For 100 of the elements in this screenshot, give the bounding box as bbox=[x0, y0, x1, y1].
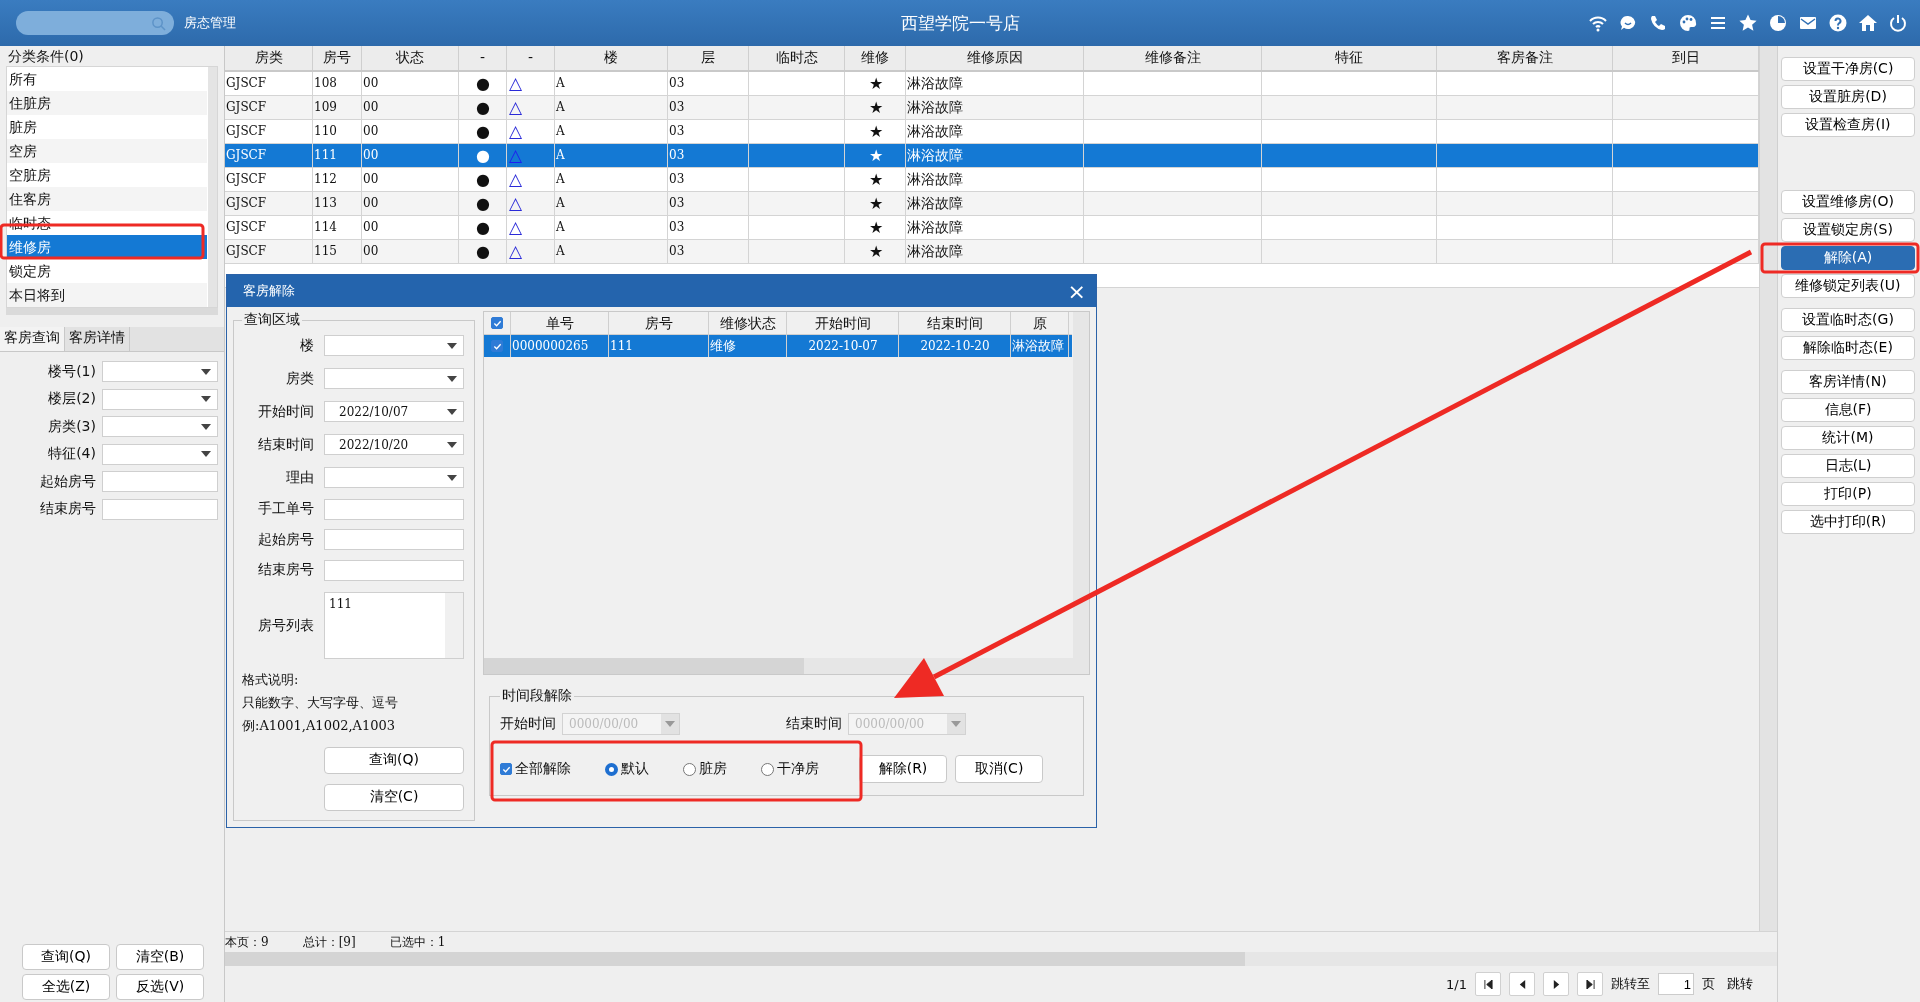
table-row[interactable]: GJSCF 109 00 ● △ A 03 ★ 淋浴故障 bbox=[225, 96, 1759, 120]
tab[interactable]: 客房查询 bbox=[0, 327, 65, 351]
table-row[interactable]: GJSCF 114 00 ● △ A 03 ★ 淋浴故障 bbox=[225, 216, 1759, 240]
phone-icon[interactable] bbox=[1648, 13, 1668, 33]
grid-row[interactable]: 0000000265 111 维修 2022-10-07 2022-10-20 淋浴故障 bbox=[484, 335, 1072, 357]
previous-page-button[interactable] bbox=[1509, 972, 1535, 996]
action-button[interactable]: 解除临时态(E) bbox=[1781, 336, 1915, 360]
scrollbar[interactable] bbox=[1073, 312, 1089, 658]
action-button[interactable]: 客房详情(N) bbox=[1781, 370, 1915, 394]
column-header[interactable]: 层 bbox=[668, 46, 749, 70]
action-button[interactable]: 信息(F) bbox=[1781, 398, 1915, 422]
dialog-button[interactable]: 查询(Q) bbox=[324, 746, 464, 774]
action-button[interactable]: 设置检查房(I) bbox=[1781, 113, 1915, 137]
column-header[interactable]: - bbox=[507, 46, 555, 70]
column-header[interactable]: - bbox=[459, 46, 507, 70]
last-page-button[interactable] bbox=[1577, 972, 1603, 996]
column-header[interactable]: 状态 bbox=[362, 46, 459, 70]
input-field[interactable] bbox=[102, 471, 218, 493]
query-button[interactable]: 全选(Z) bbox=[22, 974, 110, 1000]
column-header[interactable]: 特征 bbox=[1262, 46, 1437, 70]
triangle-symbol: △ bbox=[509, 97, 523, 117]
column-header[interactable]: 房号 bbox=[313, 46, 362, 70]
column-header[interactable]: 楼 bbox=[555, 46, 668, 70]
dropdown-field[interactable] bbox=[102, 443, 218, 465]
query-button[interactable]: 查询(Q) bbox=[22, 944, 110, 970]
action-button[interactable]: 日志(L) bbox=[1781, 454, 1915, 478]
action-button[interactable]: 设置临时态(G) bbox=[1781, 308, 1915, 332]
column-header[interactable]: 维修原因 bbox=[906, 46, 1084, 70]
action-button[interactable]: 设置维修房(O) bbox=[1781, 190, 1915, 214]
category-item[interactable]: 维修房 bbox=[7, 235, 207, 259]
half-circle-icon[interactable] bbox=[1768, 13, 1788, 33]
dropdown-field[interactable] bbox=[102, 388, 218, 410]
help-icon[interactable] bbox=[1828, 13, 1848, 33]
table-row[interactable]: GJSCF 110 00 ● △ A 03 ★ 淋浴故障 bbox=[225, 120, 1759, 144]
column-header[interactable]: 维修 bbox=[845, 46, 906, 70]
action-button[interactable]: 设置脏房(D) bbox=[1781, 85, 1915, 109]
dropdown-field[interactable] bbox=[324, 467, 464, 488]
chat-icon[interactable] bbox=[1618, 13, 1638, 33]
scrollbar[interactable] bbox=[1759, 46, 1777, 931]
dropdown-field[interactable] bbox=[102, 416, 218, 438]
category-item[interactable]: 脏房 bbox=[7, 115, 207, 139]
tab[interactable]: 客房详情 bbox=[65, 327, 130, 351]
star-icon[interactable] bbox=[1738, 13, 1758, 33]
column-header[interactable]: 房类 bbox=[225, 46, 313, 70]
dialog-button[interactable]: 清空(C) bbox=[324, 783, 464, 811]
dropdown-field[interactable] bbox=[324, 335, 464, 356]
power-icon[interactable] bbox=[1888, 13, 1908, 33]
column-header[interactable]: 原 bbox=[1011, 312, 1069, 334]
column-header[interactable]: 临时态 bbox=[749, 46, 845, 70]
checkbox[interactable] bbox=[491, 340, 503, 352]
input-field[interactable] bbox=[324, 529, 464, 551]
dropdown-field[interactable]: 2022/10/20 bbox=[324, 434, 464, 455]
action-button[interactable]: 解除(A) bbox=[1781, 246, 1915, 270]
category-item[interactable]: 锁定房 bbox=[7, 259, 207, 283]
column-header[interactable]: 单号 bbox=[511, 312, 609, 334]
home-icon[interactable] bbox=[1858, 13, 1878, 33]
action-button[interactable]: 选中打印(R) bbox=[1781, 510, 1915, 534]
column-header[interactable]: 维修备注 bbox=[1084, 46, 1262, 70]
table-row[interactable]: GJSCF 108 00 ● △ A 03 ★ 淋浴故障 bbox=[225, 72, 1759, 96]
checkbox[interactable] bbox=[491, 317, 503, 329]
scrollbar[interactable] bbox=[225, 952, 1777, 966]
dropdown-field[interactable] bbox=[324, 368, 464, 389]
palette-icon[interactable] bbox=[1678, 13, 1698, 33]
scrollbar[interactable] bbox=[6, 308, 218, 315]
dropdown-field[interactable]: 2022/10/07 bbox=[324, 401, 464, 422]
action-button[interactable]: 维修锁定列表(U) bbox=[1781, 274, 1915, 298]
action-button[interactable]: 设置锁定房(S) bbox=[1781, 218, 1915, 242]
room-list-field[interactable]: 111 bbox=[324, 592, 464, 659]
dropdown-field[interactable] bbox=[102, 361, 218, 383]
goto-button[interactable]: 跳转 bbox=[1723, 973, 1757, 995]
query-button[interactable]: 清空(B) bbox=[116, 944, 204, 970]
search-field[interactable] bbox=[16, 11, 174, 35]
input-field[interactable] bbox=[102, 498, 218, 520]
action-button[interactable]: 设置干净房(C) bbox=[1781, 57, 1915, 81]
input-field[interactable] bbox=[324, 498, 464, 520]
table-row[interactable]: GJSCF 112 00 ● △ A 03 ★ 淋浴故障 bbox=[225, 168, 1759, 192]
table-row[interactable]: GJSCF 111 00 ● △ A 03 ★ 淋浴故障 bbox=[225, 144, 1759, 168]
category-item[interactable]: 所有 bbox=[7, 67, 207, 91]
next-page-button[interactable] bbox=[1543, 972, 1569, 996]
first-page-button[interactable] bbox=[1475, 972, 1501, 996]
column-header[interactable]: 房号 bbox=[609, 312, 709, 334]
scrollbar[interactable] bbox=[484, 658, 1089, 674]
category-item[interactable]: 空房 bbox=[7, 139, 207, 163]
close-button[interactable]: × bbox=[1057, 278, 1096, 304]
column-header[interactable]: 开始时间 bbox=[787, 312, 899, 334]
category-item[interactable]: 本日将到 bbox=[7, 283, 207, 307]
table-row[interactable]: GJSCF 115 00 ● △ A 03 ★ 淋浴故障 bbox=[225, 240, 1759, 264]
category-item[interactable]: 住脏房 bbox=[7, 91, 207, 115]
input-field[interactable] bbox=[324, 559, 464, 581]
action-button[interactable]: 打印(P) bbox=[1781, 482, 1915, 506]
column-header[interactable]: 客房备注 bbox=[1437, 46, 1613, 70]
column-header[interactable]: 维修状态 bbox=[709, 312, 787, 334]
column-header[interactable]: 结束时间 bbox=[899, 312, 1011, 334]
scrollbar[interactable] bbox=[208, 67, 217, 307]
category-item[interactable]: 空脏房 bbox=[7, 163, 207, 187]
page-input[interactable]: 1 bbox=[1658, 973, 1694, 995]
query-button[interactable]: 反选(V) bbox=[116, 974, 204, 1000]
category-item[interactable]: 住客房 bbox=[7, 187, 207, 211]
action-button[interactable]: 统计(M) bbox=[1781, 426, 1915, 450]
table-row[interactable]: GJSCF 113 00 ● △ A 03 ★ 淋浴故障 bbox=[225, 192, 1759, 216]
